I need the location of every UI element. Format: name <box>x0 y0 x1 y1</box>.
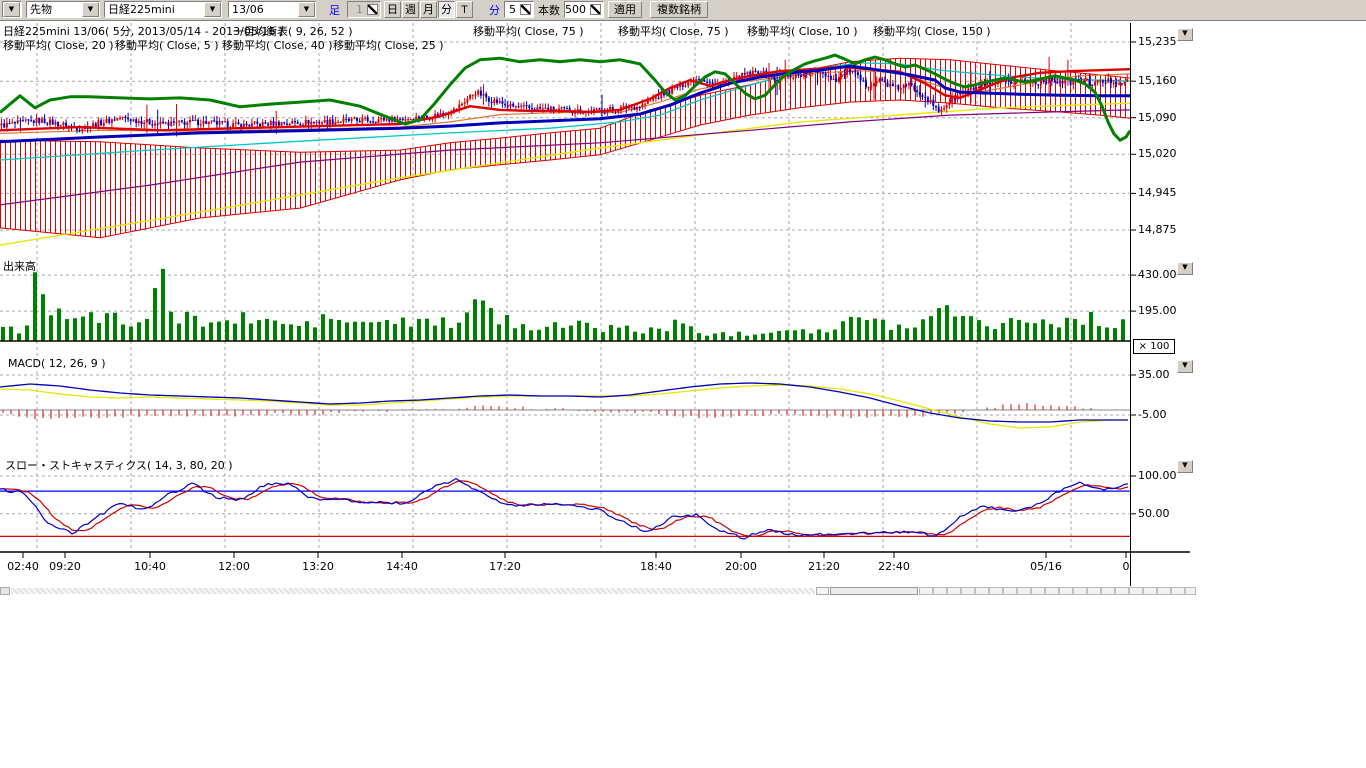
scrollbar-track-right[interactable] <box>919 587 1196 595</box>
multi-symbol-button[interactable]: 複数銘柄 <box>650 1 708 18</box>
minute-stepper[interactable]: 5 <box>504 1 534 18</box>
symbol-value: 日経225mini <box>105 2 204 17</box>
y-axis-label: 14,945 <box>1138 186 1177 199</box>
price-scale-menu-button[interactable]: ▼ <box>1177 28 1193 41</box>
indicator-label: 移動平均( Close, 40 ) <box>222 37 333 53</box>
volume-pane-title: 出来高 <box>3 258 36 274</box>
bar-type-label: 足 <box>329 1 340 18</box>
chevron-down-icon: ▼ <box>1182 29 1187 37</box>
y-axis-label: 50.00 <box>1138 507 1170 520</box>
indicator-label: 移動平均( Close, 5 ) <box>115 37 219 53</box>
indicator-label: 移動平均( Close, 75 ) <box>473 23 584 39</box>
apply-button[interactable]: 適用 <box>608 1 642 18</box>
time-axis-label: 14:40 <box>386 560 418 573</box>
time-axis-label: 21:20 <box>808 560 840 573</box>
chevron-down-icon[interactable]: ▼ <box>298 2 315 17</box>
spinner-grip-icon[interactable] <box>367 4 378 15</box>
contract-month-value: 13/06 <box>229 2 298 17</box>
y-axis-label: 15,160 <box>1138 74 1177 87</box>
mini-dropdown[interactable]: ▼ <box>2 1 22 18</box>
toolbar: ▼ 先物 ▼ 日経225mini ▼ 13/06 ▼ 足 1 日 週 月 分 T… <box>0 0 1366 21</box>
scrollbar-track[interactable] <box>11 588 815 594</box>
y-axis-label: 195.00 <box>1138 304 1177 317</box>
period-day-button[interactable]: 日 <box>384 1 401 18</box>
bar-interval-value: 1 <box>348 2 365 17</box>
time-axis-label: 05/16 <box>1030 560 1062 573</box>
time-axis-label: 02:40 <box>7 560 39 573</box>
macd-scale-menu-button[interactable]: ▼ <box>1177 360 1193 373</box>
stoch-scale-menu-button[interactable]: ▼ <box>1177 460 1193 473</box>
indicator-label: 移動平均( Close, 150 ) <box>873 23 991 39</box>
time-axis-label: 09:20 <box>49 560 81 573</box>
volume-scale-menu-button[interactable]: ▼ <box>1177 262 1193 275</box>
contract-month-select[interactable]: 13/06 ▼ <box>228 1 316 18</box>
scrollbar-left-button[interactable] <box>0 587 10 595</box>
y-axis-label: 14,875 <box>1138 223 1177 236</box>
instrument-type-value: 先物 <box>27 2 82 17</box>
chevron-down-icon: ▼ <box>1182 263 1187 271</box>
scrollbar-thumb[interactable] <box>830 587 918 595</box>
macd-pane-title: MACD( 12, 26, 9 ) <box>8 357 106 370</box>
bar-count-label: 本数 <box>538 1 560 18</box>
y-axis-label: 100.00 <box>1138 469 1177 482</box>
chart-area[interactable] <box>0 0 1196 600</box>
spinner-grip-icon[interactable] <box>590 4 601 15</box>
time-axis-label: 13:20 <box>302 560 334 573</box>
chevron-down-icon[interactable]: ▼ <box>82 2 99 17</box>
minute-label: 分 <box>489 1 500 18</box>
bar-count-value: 500 <box>565 2 588 17</box>
stoch-pane-title: スロー・ストキャスティクス( 14, 3, 80, 20 ) <box>5 457 233 473</box>
spinner-grip-icon[interactable] <box>520 4 531 15</box>
time-axis-label: 10:40 <box>134 560 166 573</box>
period-week-button[interactable]: 週 <box>402 1 419 18</box>
chevron-down-icon[interactable]: ▼ <box>3 2 20 17</box>
symbol-select[interactable]: 日経225mini ▼ <box>104 1 222 18</box>
h-scrollbar[interactable] <box>0 587 1196 595</box>
y-axis-label: -5.00 <box>1138 408 1166 421</box>
y-axis-label: 15,090 <box>1138 111 1177 124</box>
y-axis-label: 35.00 <box>1138 368 1170 381</box>
indicator-label: 移動平均( Close, 25 ) <box>333 37 444 53</box>
indicator-label: 移動平均( Close, 10 ) <box>747 23 858 39</box>
y-axis-label: 15,235 <box>1138 35 1177 48</box>
instrument-type-select[interactable]: 先物 ▼ <box>26 1 100 18</box>
indicator-label: 移動平均( Close, 75 ) <box>618 23 729 39</box>
chevron-down-icon: ▼ <box>1182 461 1187 469</box>
period-minute-button[interactable]: 分 <box>438 1 455 18</box>
period-month-button[interactable]: 月 <box>420 1 437 18</box>
time-axis-label: 17:20 <box>489 560 521 573</box>
time-axis-label: 22:40 <box>878 560 910 573</box>
time-axis-label: 20:00 <box>725 560 757 573</box>
bar-count-stepper[interactable]: 500 <box>564 1 604 18</box>
time-axis-label: 12:00 <box>218 560 250 573</box>
y-axis-label: 430.00 <box>1138 268 1177 281</box>
minute-value: 5 <box>505 2 518 17</box>
indicator-label: 移動平均( Close, 20 ) <box>3 37 114 53</box>
bar-interval-stepper[interactable]: 1 <box>347 1 381 18</box>
chevron-down-icon: ▼ <box>1182 361 1187 369</box>
period-tick-button[interactable]: T <box>456 1 473 18</box>
scrollbar-page-button[interactable] <box>816 587 829 595</box>
volume-multiplier-badge: × 100 <box>1133 339 1175 354</box>
time-axis-label: 18:40 <box>640 560 672 573</box>
chevron-down-icon[interactable]: ▼ <box>204 2 221 17</box>
time-axis-label: 0 <box>1123 560 1130 573</box>
y-axis-label: 15,020 <box>1138 147 1177 160</box>
